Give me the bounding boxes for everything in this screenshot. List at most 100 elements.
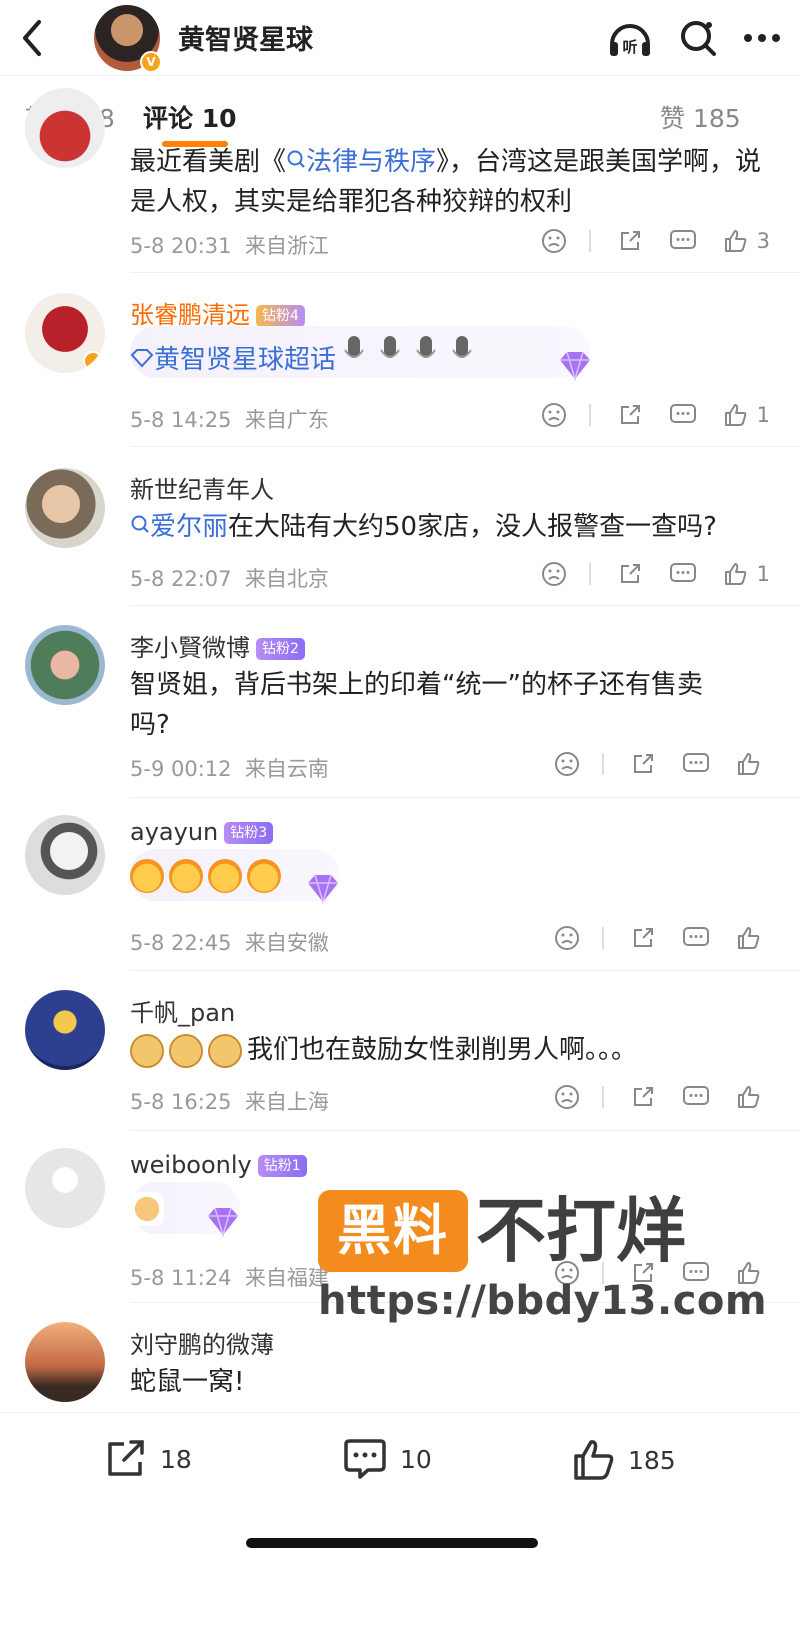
avatar[interactable] [25,1322,105,1402]
home-indicator[interactable] [246,1538,538,1548]
share-icon [620,231,640,250]
like-button[interactable]: 1 [723,561,770,587]
avatar[interactable] [25,468,105,548]
frown-icon [555,752,579,776]
commenter-name[interactable]: 千帆_pan [130,993,235,1028]
doge-emoji-icon [208,1033,242,1068]
share-button[interactable] [630,751,656,777]
reply-button[interactable] [682,1084,710,1110]
commenter-name[interactable]: 李小賢微博 钻粉2 [130,628,305,663]
avatar[interactable] [25,1148,105,1228]
watermark-logo: 黑料 [318,1190,468,1272]
thumbs-up-icon [574,1440,614,1480]
search-icon[interactable] [678,18,718,58]
share-button[interactable] [617,402,643,428]
avatar[interactable] [25,293,105,373]
fan-badge: 钻粉4 [256,305,305,327]
comment-text: 黄智贤星球超话 [130,332,770,380]
comment-button[interactable]: 10 [342,1438,432,1480]
thumbs-up-icon [738,1086,760,1108]
avatar[interactable] [25,990,105,1070]
avatar[interactable] [25,625,105,705]
comment-meta: 5-8 22:07 来自北京 [130,567,329,591]
dislike-button[interactable] [554,1084,580,1110]
comment-icon [669,404,696,423]
commenter-name[interactable]: 刘守鹏的微薄 [130,1325,274,1360]
comment-icon [683,927,709,946]
verified-badge-icon: V [140,50,162,73]
frown-icon [541,229,566,253]
like-button[interactable]: 1 [723,402,770,428]
divider [602,1086,604,1108]
reply-button[interactable] [682,925,710,951]
crying-emoji-icon [169,858,203,893]
comment-text: 爱尔丽在大陆有大约50家店，没人报警查一查吗? [130,507,780,547]
frown-icon [555,1085,579,1109]
divider [130,446,800,447]
diamond-icon [130,349,154,368]
repost-button[interactable]: 18 [104,1438,192,1480]
reply-button[interactable] [669,402,697,428]
search-icon [131,515,149,533]
thumbs-up-icon [724,563,746,585]
like-button[interactable] [736,751,770,777]
doge-emoji-icon [169,1033,203,1068]
avatar[interactable] [25,88,105,168]
dislike-button[interactable] [541,228,567,254]
dislike-button[interactable] [554,925,580,951]
topic-link[interactable]: 爱尔丽 [130,512,228,542]
dislike-button[interactable] [541,561,567,587]
reply-button[interactable] [682,751,710,777]
share-icon [108,1440,144,1476]
profile-avatar[interactable]: V [94,4,162,73]
crying-emoji-icon [208,858,242,893]
share-button[interactable] [617,561,643,587]
watermark-title: 不打烊 [476,1190,686,1272]
more-icon[interactable] [742,18,782,58]
tab-comments[interactable]: 评论 10 [143,99,237,135]
like-button[interactable]: 3 [723,228,770,254]
like-button[interactable] [736,1084,770,1110]
dislike-button[interactable] [554,751,580,777]
dislike-button[interactable] [541,402,567,428]
svg-text:听: 听 [622,38,637,56]
share-button[interactable] [630,1084,656,1110]
reply-button[interactable] [669,228,697,254]
crying-emoji-icon [130,858,164,893]
fan-badge: 钻粉3 [224,822,274,844]
comment-text: 最近看美剧《 法律与秩序》，台湾这是跟美国学啊，说是人权，其实是给罪犯各种狡辩的权… [130,147,762,217]
avatar[interactable] [25,815,105,895]
listen-icon[interactable]: 听 [606,16,654,60]
bottom-action-bar: 18 10 185 [0,1412,800,1641]
divider [588,563,591,585]
reply-button[interactable] [669,561,697,587]
comment-meta: 5-8 14:25 来自广东 [130,408,329,432]
back-button[interactable] [0,0,64,76]
frown-icon [555,926,579,950]
commenter-name[interactable]: weiboonly 钻粉1 [130,1151,307,1179]
share-icon [634,928,653,947]
thumbs-up-icon [724,230,746,252]
watermark-url: https://bbdy13.com [318,1278,768,1324]
page-title: 黄智贤星球 [178,25,313,56]
super-topic-link[interactable]: 黄智贤星球超话 [130,345,336,375]
fan-badge: 钻粉2 [256,638,305,660]
divider [602,927,604,949]
doge-emoji-icon [130,1033,164,1068]
commenter-name[interactable]: 张睿鹏清远 钻粉4 [130,295,305,330]
like-button[interactable]: 185 [572,1438,676,1482]
commenter-name[interactable]: ayayun 钻粉3 [130,818,274,846]
tab-likes[interactable]: 赞 185 [660,99,741,135]
search-icon [287,150,305,168]
share-button[interactable] [617,228,643,254]
share-button[interactable] [630,925,656,951]
commenter-name[interactable]: 新世纪青年人 [130,470,274,505]
comment-icon [683,1086,709,1105]
like-button[interactable] [736,925,770,951]
like-count: 3 [756,229,770,253]
share-icon [620,564,640,583]
comment-text: 我们也在鼓励女性剥削男人啊。。。 [130,1030,780,1070]
topic-link[interactable]: 法律与秩序 [286,147,436,177]
divider [130,1130,800,1131]
like-count: 1 [756,562,770,586]
